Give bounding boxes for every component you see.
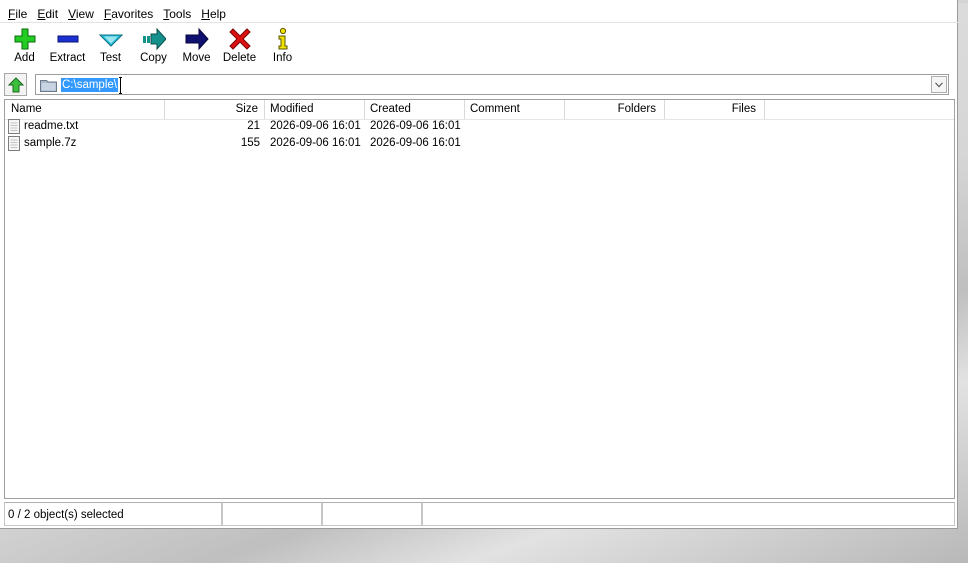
menu-help-label: elp — [209, 7, 226, 21]
file-name: sample.7z — [24, 137, 77, 149]
copy-button[interactable]: Copy — [132, 25, 175, 69]
file-created: 2026-09-06 16:01 — [370, 137, 461, 149]
status-panel-3 — [322, 502, 422, 526]
menu-help[interactable]: Help — [196, 5, 231, 23]
test-label: Test — [99, 52, 122, 64]
menu-bar: File Edit View Favorites Tools Help — [3, 5, 231, 23]
status-panel-4 — [422, 502, 955, 526]
move-label: Move — [182, 52, 211, 64]
file-row-readme[interactable]: readme.txt 21 2026-09-06 16:01 2026-09-0… — [5, 118, 954, 135]
file-size: 155 — [240, 137, 260, 149]
status-bar: 0 / 2 object(s) selected — [4, 502, 955, 526]
info-icon — [278, 27, 287, 50]
up-arrow-icon — [8, 77, 24, 93]
move-arrow-icon — [185, 27, 209, 51]
info-button[interactable]: Info — [261, 25, 304, 69]
test-button[interactable]: Test — [89, 25, 132, 69]
status-selection: 0 / 2 object(s) selected — [4, 502, 222, 526]
address-input[interactable]: C:\sample\ — [35, 74, 949, 95]
file-row-sample[interactable]: sample.7z 155 2026-09-06 16:01 2026-09-0… — [5, 135, 954, 152]
delete-label: Delete — [222, 52, 257, 64]
info-label: Info — [272, 52, 293, 64]
copy-label: Copy — [140, 52, 167, 64]
column-header-files[interactable]: Files — [665, 100, 765, 119]
menu-help-accel: H — [201, 7, 210, 21]
file-modified: 2026-09-06 16:01 — [270, 137, 361, 149]
menu-favorites-label: avorites — [111, 7, 154, 21]
extract-button[interactable]: Extract — [46, 25, 89, 69]
minus-icon — [57, 35, 78, 43]
menu-file[interactable]: File — [3, 5, 32, 23]
list-header: Name Size Modified Created Comment Folde… — [5, 100, 954, 120]
file-modified: 2026-09-06 16:01 — [270, 120, 361, 132]
menu-tools[interactable]: Tools — [158, 5, 196, 23]
add-button[interactable]: Add — [3, 25, 46, 69]
column-header-modified[interactable]: Modified — [265, 100, 365, 119]
file-created: 2026-09-06 16:01 — [370, 120, 461, 132]
add-label: Add — [14, 52, 35, 64]
menu-view-accel: V — [68, 7, 76, 21]
column-header-size[interactable]: Size — [165, 100, 265, 119]
text-cursor-icon — [119, 77, 122, 94]
plus-icon — [14, 28, 35, 50]
address-path-text: C:\sample\ — [61, 78, 118, 92]
extract-label: Extract — [49, 52, 86, 64]
toolbar: Add Extract Test Copy Move Delete Info — [3, 25, 304, 69]
chevron-down-icon — [935, 82, 943, 88]
status-panel-2 — [222, 502, 322, 526]
menu-edit-label: dit — [45, 7, 59, 21]
copy-arrow-icon — [142, 27, 166, 51]
file-list[interactable]: Name Size Modified Created Comment Folde… — [4, 99, 955, 499]
up-folder-button[interactable] — [4, 73, 27, 96]
column-header-created[interactable]: Created — [365, 100, 465, 119]
delete-button[interactable]: Delete — [218, 25, 261, 69]
file-manager-window: File Edit View Favorites Tools Help Add … — [0, 0, 958, 529]
column-header-name[interactable]: Name — [5, 100, 165, 119]
file-size: 21 — [247, 120, 260, 132]
menu-favorites[interactable]: Favorites — [99, 5, 158, 23]
menu-view[interactable]: View — [63, 5, 99, 23]
menu-edit[interactable]: Edit — [32, 5, 63, 23]
column-header-comment[interactable]: Comment — [465, 100, 565, 119]
menu-file-label: ile — [15, 7, 28, 21]
move-button[interactable]: Move — [175, 25, 218, 69]
menu-tools-label: ools — [169, 7, 192, 21]
folder-icon — [40, 80, 57, 92]
delete-x-icon — [228, 28, 251, 50]
menu-separator — [0, 22, 958, 23]
address-dropdown-button[interactable] — [931, 76, 947, 93]
checkmark-icon — [98, 34, 123, 47]
column-header-folders[interactable]: Folders — [565, 100, 665, 119]
menu-view-label: iew — [75, 7, 94, 21]
file-name: readme.txt — [24, 120, 79, 132]
address-row: C:\sample\ — [4, 73, 956, 97]
